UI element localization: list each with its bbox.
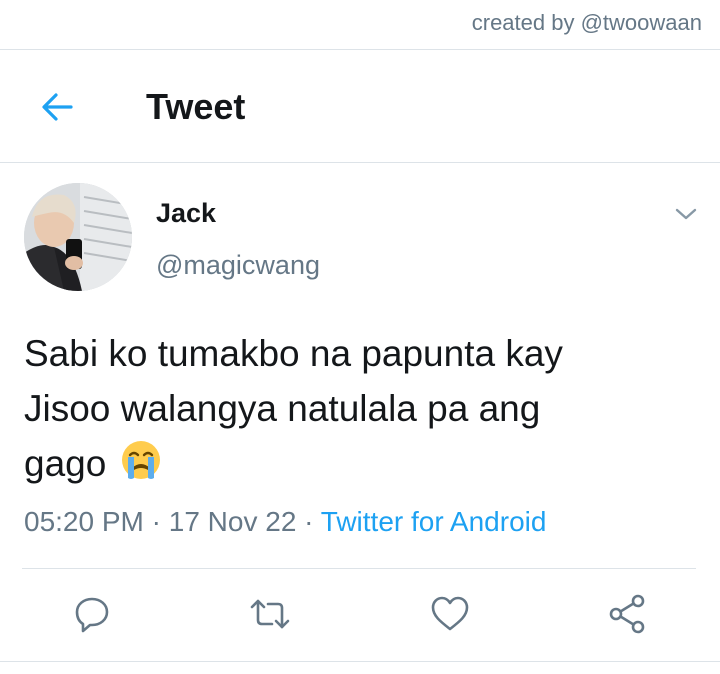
tweet-text: Sabi ko tumakbo na papunta kay Jisoo wal… (24, 326, 704, 497)
meta-separator: · (151, 506, 161, 537)
page-title: Tweet (146, 86, 246, 127)
tweet-text-line-last: gago (24, 436, 704, 497)
meta-separator: · (304, 506, 314, 537)
retweet-button[interactable] (248, 592, 292, 636)
back-button[interactable] (38, 88, 76, 126)
avatar-photo (24, 183, 132, 291)
divider-top (0, 49, 720, 50)
tweet-actions-bar (0, 592, 720, 636)
author-handle[interactable]: @magicwang (156, 250, 320, 281)
like-button[interactable] (428, 592, 472, 636)
arrow-left-icon (42, 93, 73, 121)
tweet-text-line: gago (24, 443, 107, 484)
tweet-source-link[interactable]: Twitter for Android (321, 506, 547, 537)
watermark-credit: created by @twoowaan (471, 10, 702, 35)
divider-header (0, 162, 720, 163)
avatar[interactable] (24, 183, 132, 291)
tweet-time: 05:20 PM (24, 506, 144, 537)
retweet-icon (250, 599, 290, 629)
reply-icon (75, 597, 109, 633)
like-icon (431, 596, 469, 631)
tweet-date: 17 Nov 22 (168, 506, 297, 537)
tweet-text-line: Jisoo walangya natulala pa ang (24, 388, 541, 429)
tweet-text-line: Sabi ko tumakbo na papunta kay (24, 333, 563, 374)
author-name[interactable]: Jack (156, 198, 216, 229)
chevron-down-icon (675, 208, 697, 220)
divider-bottom (0, 661, 720, 662)
share-button[interactable] (606, 592, 650, 636)
reply-button[interactable] (70, 592, 114, 636)
more-options-button[interactable] (670, 200, 702, 228)
tweet-meta: 05:20 PM · 17 Nov 22 · Twitter for Andro… (24, 506, 546, 538)
loudly-crying-face-icon (119, 438, 163, 497)
divider-actions (22, 568, 696, 569)
share-icon (609, 594, 645, 634)
